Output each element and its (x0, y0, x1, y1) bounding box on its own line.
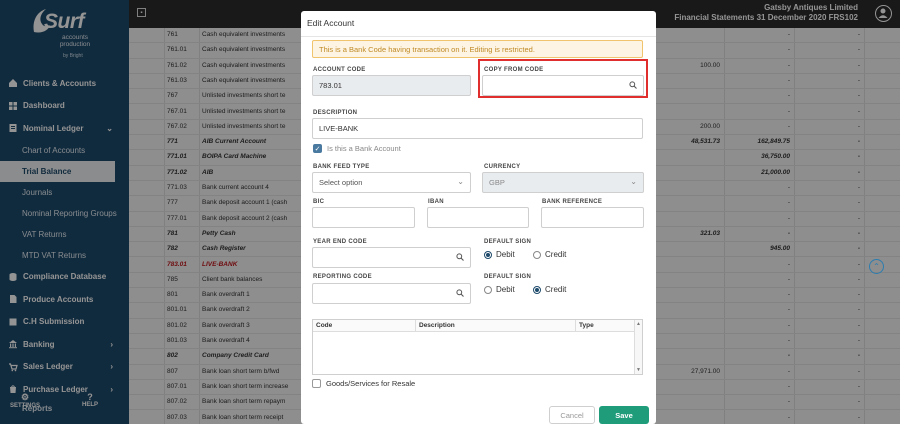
cancel-button[interactable]: Cancel (549, 406, 595, 424)
bank-reference-field[interactable] (541, 207, 644, 228)
reporting-code-label: REPORTING CODE (313, 274, 372, 280)
radio-selected-icon (533, 285, 541, 294)
bank-reference-label: BANK REFERENCE (542, 199, 603, 205)
bic-field[interactable] (312, 207, 415, 228)
scroll-up-arrow-icon[interactable]: ▲ (636, 321, 641, 327)
account-code-label: ACCOUNT CODE (313, 67, 366, 73)
default-sign-label: DEFAULT SIGN (484, 239, 532, 245)
warning-alert: This is a Bank Code having transaction o… (312, 40, 643, 58)
column-header-code[interactable]: Code (313, 320, 416, 332)
table-scrollbar[interactable]: ▲ ▼ (634, 320, 642, 374)
search-icon[interactable] (629, 81, 637, 91)
column-header-description[interactable]: Description (416, 320, 576, 332)
chevron-down-icon: ⌄ (630, 177, 637, 186)
bic-label: BIC (313, 199, 325, 205)
default-sign-credit-radio[interactable]: Credit (533, 250, 566, 259)
search-icon[interactable] (456, 253, 464, 263)
modal-title: Edit Account (307, 18, 355, 28)
radio-unselected-icon (484, 285, 492, 294)
chevron-down-icon: ⌄ (457, 177, 464, 186)
debit-label: Debit (496, 250, 515, 259)
bank-feed-type-label: BANK FEED TYPE (313, 164, 370, 170)
default-sign-2-label: DEFAULT SIGN (484, 274, 532, 280)
year-end-code-field[interactable] (312, 247, 471, 268)
reporting-sign-debit-radio[interactable]: Debit (484, 285, 515, 294)
code-lookup-table: Code Description Type ▲ ▼ (312, 319, 643, 375)
default-sign-debit-radio[interactable]: Debit (484, 250, 515, 259)
scroll-down-arrow-icon[interactable]: ▼ (636, 367, 641, 373)
check-icon: ✓ (313, 144, 322, 153)
goods-services-checkbox[interactable]: Goods/Services for Resale (312, 379, 415, 388)
divider (301, 36, 656, 37)
reporting-sign-credit-radio[interactable]: Credit (533, 285, 566, 294)
radio-selected-icon (484, 250, 492, 259)
debit-label: Debit (496, 285, 515, 294)
currency-label: CURRENCY (484, 164, 521, 170)
copy-from-code-field[interactable] (482, 75, 644, 96)
search-icon[interactable] (456, 289, 464, 299)
iban-field[interactable] (427, 207, 529, 228)
goods-services-label: Goods/Services for Resale (326, 379, 416, 388)
description-field[interactable]: LIVE-BANK (312, 118, 643, 139)
column-header-type[interactable]: Type (576, 320, 636, 332)
credit-label: Credit (545, 250, 567, 259)
is-bank-account-label: Is this a Bank Account (327, 144, 401, 153)
account-code-field[interactable]: 783.01 (312, 75, 471, 96)
edit-account-modal: Edit Account This is a Bank Code having … (301, 11, 656, 424)
radio-unselected-icon (533, 250, 541, 259)
checkbox-icon (312, 379, 321, 388)
scroll-up-icon[interactable]: ⌃ (869, 259, 884, 274)
description-label: DESCRIPTION (313, 110, 358, 116)
bank-feed-type-value: Select option (319, 178, 363, 187)
copy-from-code-label: COPY FROM CODE (484, 67, 544, 73)
credit-label: Credit (545, 285, 567, 294)
year-end-code-label: YEAR END CODE (313, 239, 367, 245)
bank-feed-type-select[interactable]: Select option ⌄ (312, 172, 471, 193)
is-bank-account-checkbox[interactable]: ✓ Is this a Bank Account (313, 144, 401, 153)
currency-select[interactable]: GBP ⌄ (482, 172, 644, 193)
iban-label: IBAN (428, 199, 444, 205)
reporting-code-field[interactable] (312, 283, 471, 304)
currency-value: GBP (489, 178, 505, 187)
save-button[interactable]: Save (599, 406, 649, 424)
